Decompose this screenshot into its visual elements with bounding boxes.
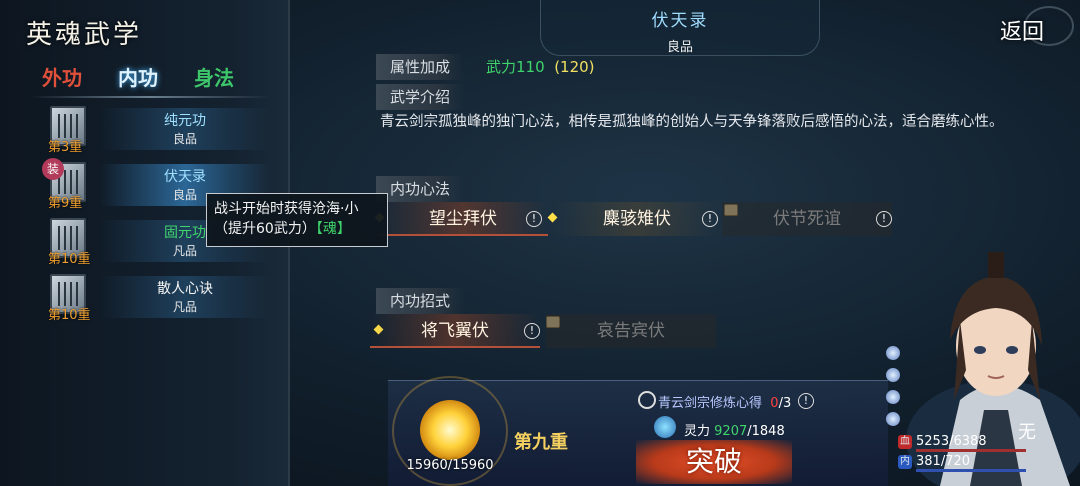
- attr-label: 属性加成: [376, 54, 465, 80]
- mp-bar: [916, 469, 1026, 472]
- intro-text: 青云剑宗孤独峰的独门心法，相传是孤独峰的创始人与天争锋落败后感悟的心法，适合磨练…: [380, 114, 1004, 130]
- ling-need: /1848: [747, 424, 785, 439]
- mp-value: 381/720: [916, 454, 971, 469]
- tab-internal[interactable]: 内功: [114, 60, 162, 93]
- tooltip-line1: 战斗开始时获得沧海·小: [214, 201, 359, 217]
- orb-value: 15960/15960: [406, 458, 494, 473]
- skill-name: 散人心诀: [157, 281, 213, 297]
- attr-next: (120): [554, 58, 595, 76]
- tab-movement[interactable]: 身法: [190, 60, 238, 93]
- weapon-mark: 无: [1018, 422, 1036, 443]
- skill-name: 伏天录: [164, 169, 206, 185]
- buff-icons: [886, 346, 906, 434]
- divider: [30, 96, 270, 98]
- moves-label: 内功招式: [376, 288, 465, 314]
- detail-title: 伏天录: [651, 11, 709, 31]
- heart-need: /3: [778, 396, 792, 411]
- skill-name: 纯元功: [164, 113, 206, 129]
- spirit-icon: [654, 416, 676, 438]
- hp-value: 5253/6388: [916, 434, 987, 449]
- move-item[interactable]: 将飞翼伏: [370, 314, 540, 348]
- ling-requirement: 灵力 9207/1848: [684, 420, 785, 439]
- heart-label: 青云剑宗修炼心得: [658, 396, 763, 411]
- page-title: 英魂武学: [26, 20, 143, 50]
- hp-icon: 血: [898, 435, 912, 449]
- back-button[interactable]: 返回: [1000, 14, 1044, 46]
- attr-value: 武力110 (120): [486, 56, 595, 78]
- move-item-locked[interactable]: 哀告宾伏: [546, 314, 716, 348]
- buff-icon: [886, 368, 900, 382]
- ling-have: 9207: [714, 424, 748, 439]
- skill-level: 第9重: [48, 196, 83, 211]
- equipped-badge: 装: [42, 158, 64, 180]
- heart-have: 0: [770, 396, 779, 411]
- info-icon[interactable]: !: [798, 393, 814, 409]
- buff-icon: [886, 390, 900, 404]
- skill-grade: 良品: [172, 132, 197, 146]
- info-icon[interactable]: !: [702, 211, 718, 227]
- hp-bar: [916, 449, 1026, 452]
- method-item[interactable]: 望尘拜伏: [378, 202, 548, 236]
- buff-icon: [886, 412, 900, 426]
- info-icon[interactable]: !: [524, 323, 540, 339]
- tab-external[interactable]: 外功: [38, 60, 86, 93]
- energy-orb-icon: [420, 400, 480, 460]
- skill-item[interactable]: 第3重 纯元功 良品: [40, 104, 270, 158]
- skill-tooltip: 战斗开始时获得沧海·小 （提升60武力）【魂】: [206, 193, 388, 247]
- plus-icon[interactable]: [638, 391, 656, 409]
- skill-level: 第10重: [48, 252, 91, 267]
- tooltip-effect: （提升60武力）: [214, 221, 316, 237]
- breakthrough-button[interactable]: 突破: [636, 440, 792, 484]
- detail-grade: 良品: [666, 40, 693, 55]
- info-icon[interactable]: !: [876, 211, 892, 227]
- skill-item[interactable]: 第10重 散人心诀 凡品: [40, 272, 270, 326]
- tooltip-line2: （提升60武力）【魂】: [214, 219, 380, 239]
- attr-current: 武力110: [486, 58, 545, 76]
- info-icon[interactable]: !: [526, 211, 542, 227]
- methods-label: 内功心法: [376, 176, 465, 202]
- method-item-locked[interactable]: 伏节死谊: [722, 202, 892, 236]
- skill-grade: 凡品: [172, 300, 197, 314]
- skill-level: 第3重: [48, 140, 83, 155]
- skill-level: 第10重: [48, 308, 91, 323]
- ling-label: 灵力: [684, 424, 711, 439]
- mp-icon: 内: [898, 455, 912, 469]
- intro-label: 武学介绍: [376, 84, 465, 110]
- tooltip-tag: 【魂】: [315, 221, 351, 237]
- stage-label: 第九重: [514, 432, 568, 453]
- skill-type-tabs: 外功 内功 身法: [38, 60, 238, 93]
- method-item[interactable]: 麋骇雉伏: [552, 202, 722, 236]
- buff-icon: [886, 346, 900, 360]
